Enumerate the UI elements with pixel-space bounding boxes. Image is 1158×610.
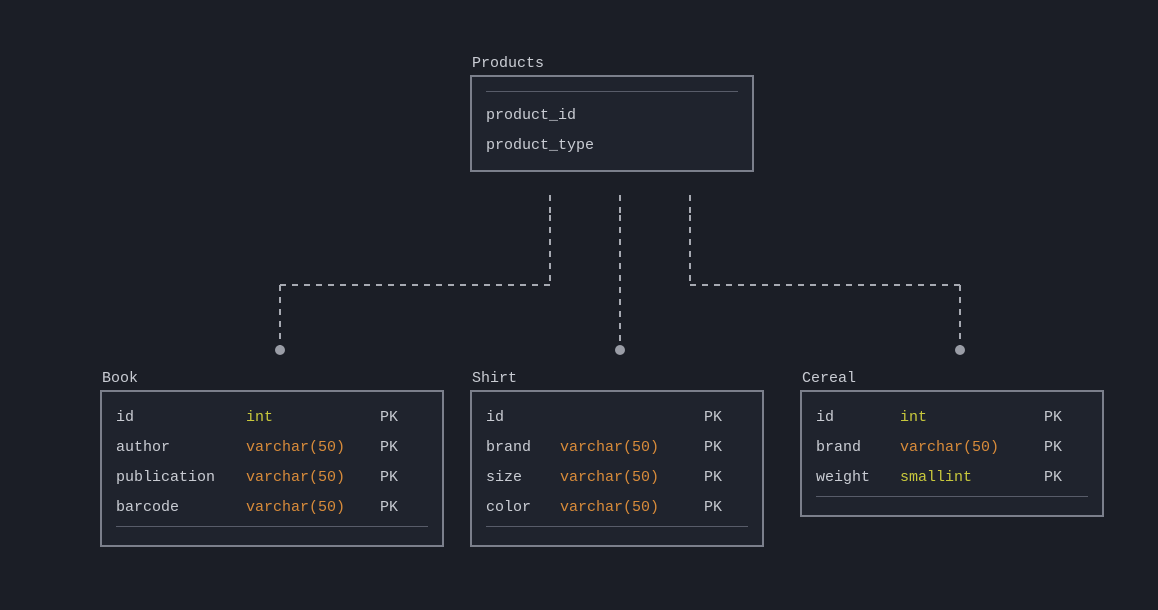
field-type: varchar(50) [560,499,704,516]
field-type: varchar(50) [560,439,704,456]
field-key: PK [1044,439,1062,456]
field-type: varchar(50) [560,469,704,486]
field-name: brand [486,439,560,456]
field-row: author varchar(50) PK [116,432,428,462]
field-row: id PK [486,402,748,432]
field-key: PK [1044,469,1062,486]
field-key: PK [1044,409,1062,426]
field-row: product_id [486,100,738,130]
field-name: id [486,409,560,426]
field-row: barcode varchar(50) PK [116,492,428,522]
field-type: varchar(50) [246,469,380,486]
entity-title: Products [472,55,544,72]
field-key: PK [704,439,722,456]
field-key: PK [380,409,398,426]
field-row: brand varchar(50) PK [816,432,1088,462]
field-key: PK [380,469,398,486]
field-type: varchar(50) [900,439,1044,456]
field-name: product_id [486,107,590,124]
field-key: PK [704,499,722,516]
divider [816,496,1088,497]
entity-cereal: Cereal id int PK brand varchar(50) PK we… [800,390,1104,517]
entity-products: Products product_id product_type [470,75,754,172]
field-row: size varchar(50) PK [486,462,748,492]
divider [486,91,738,92]
field-name: author [116,439,246,456]
field-type: varchar(50) [246,499,380,516]
divider [116,526,428,527]
field-row: weight smallint PK [816,462,1088,492]
field-key: PK [380,439,398,456]
entity-title: Book [102,370,138,387]
field-key: PK [704,469,722,486]
field-name: id [116,409,246,426]
field-name: color [486,499,560,516]
field-key: PK [704,409,722,426]
entity-title: Shirt [472,370,517,387]
field-row: product_type [486,130,738,160]
field-name: barcode [116,499,246,516]
field-row: color varchar(50) PK [486,492,748,522]
field-row: publication varchar(50) PK [116,462,428,492]
field-type: varchar(50) [246,439,380,456]
field-key: PK [380,499,398,516]
field-name: id [816,409,900,426]
entity-title: Cereal [802,370,856,387]
field-name: product_type [486,137,608,154]
field-name: size [486,469,560,486]
divider [486,526,748,527]
field-row: id int PK [816,402,1088,432]
field-name: weight [816,469,900,486]
field-type: int [900,409,1044,426]
field-name: publication [116,469,246,486]
field-row: id int PK [116,402,428,432]
field-name: brand [816,439,900,456]
field-type: int [246,409,380,426]
field-type: smallint [900,469,1044,486]
entity-book: Book id int PK author varchar(50) PK pub… [100,390,444,547]
entity-shirt: Shirt id PK brand varchar(50) PK size va… [470,390,764,547]
field-row: brand varchar(50) PK [486,432,748,462]
